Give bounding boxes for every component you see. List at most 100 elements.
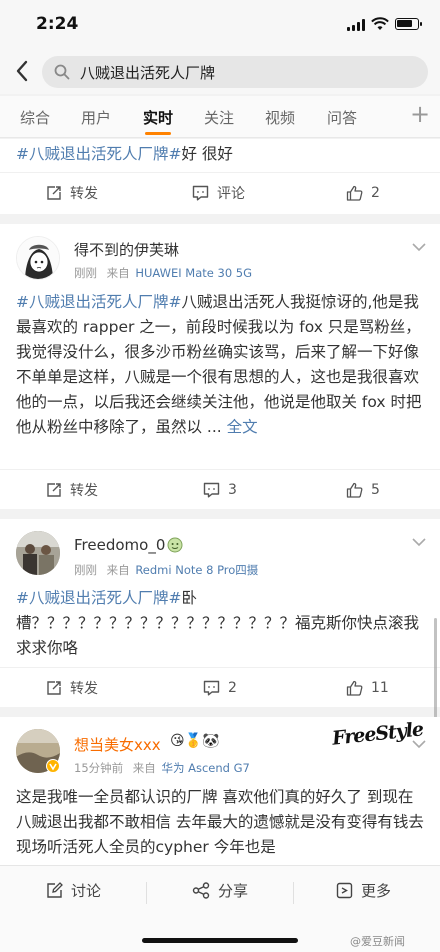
like-button[interactable]: 2: [346, 183, 380, 203]
post-actions: 转发 3 5: [0, 469, 440, 509]
more-label: 更多: [361, 882, 392, 900]
battery-icon: [395, 18, 422, 30]
chevron-down-icon[interactable]: [411, 739, 427, 749]
post-card: #八贼退出活死人厂牌#好 很好 转发 评论 2: [0, 139, 440, 214]
divider: [293, 882, 294, 904]
post-content: 八贼退出活死人我挺惊讶的,他是我最喜欢的 rapper 之一，前段时候我以为 f…: [16, 293, 422, 436]
tab-users[interactable]: 用户: [81, 107, 111, 128]
comment-button[interactable]: 3: [203, 480, 237, 500]
comment-icon: [203, 680, 220, 696]
back-button[interactable]: [10, 58, 34, 84]
repost-button[interactable]: 转发: [46, 183, 98, 203]
post-source[interactable]: HUAWEI Mate 30 5G: [135, 266, 252, 280]
chevron-left-icon: [16, 60, 28, 82]
post-time: 刚刚: [74, 266, 97, 280]
repost-icon: [47, 681, 61, 695]
tab-bar: 综合 用户 实时 关注 视频 问答 +: [0, 96, 440, 138]
username[interactable]: 得不到的伊芙琳: [74, 239, 179, 260]
post-actions: 转发 2 11: [0, 667, 440, 707]
divider: [146, 882, 147, 904]
search-input[interactable]: 八贼退出活死人厂牌: [42, 56, 428, 88]
source-prefix: 来自: [106, 266, 130, 280]
tab-qa[interactable]: 问答: [327, 107, 357, 128]
chevron-down-icon[interactable]: [411, 537, 427, 547]
wifi-icon: [371, 17, 389, 30]
comment-label: 评论: [217, 186, 245, 202]
repost-icon: [47, 483, 61, 497]
avatar[interactable]: [16, 236, 60, 280]
post-meta: 刚刚 来自 Redmi Note 8 Pro四摄: [74, 562, 258, 578]
edit-icon: [47, 882, 63, 898]
share-label: 分享: [218, 882, 249, 900]
post-text: #八贼退出活死人厂牌#八贼退出活死人我挺惊讶的,他是我最喜欢的 rapper 之…: [16, 290, 424, 440]
post-source[interactable]: 华为 Ascend G7: [161, 761, 249, 775]
post-card: 想当美女xxx 😘🥇🐼 15分钟前 来自 华为 Ascend G7 FreeSt…: [0, 717, 440, 865]
like-button[interactable]: 11: [346, 678, 389, 698]
scrollbar[interactable]: [434, 618, 437, 718]
verified-badge-icon: [46, 759, 60, 773]
like-count: 5: [371, 482, 380, 498]
tab-realtime[interactable]: 实时: [143, 107, 173, 128]
post-time: 15分钟前: [74, 761, 124, 775]
thumbs-up-icon: [346, 680, 363, 696]
signal-icon: [347, 19, 367, 31]
comment-button[interactable]: 评论: [192, 183, 245, 203]
group-photo-avatar: [16, 531, 60, 575]
full-text-link[interactable]: 全文: [227, 418, 258, 436]
repost-button[interactable]: 转发: [46, 678, 98, 698]
post-actions: 转发 评论 2: [0, 172, 440, 212]
cartoon-girl-avatar: [17, 237, 59, 279]
repost-label: 转发: [70, 483, 98, 499]
home-indicator[interactable]: [142, 938, 298, 943]
tab-following[interactable]: 关注: [204, 107, 234, 128]
post-hashtag[interactable]: #八贼退出活死人厂牌#: [16, 293, 181, 311]
discuss-button[interactable]: 讨论: [46, 880, 101, 901]
search-icon: [54, 64, 70, 80]
thumbs-up-icon: [346, 185, 363, 201]
post-hashtag[interactable]: #八贼退出活死人厂牌#: [16, 145, 181, 163]
comment-count: 2: [228, 680, 237, 696]
search-header: 八贼退出活死人厂牌: [0, 50, 440, 94]
post-meta: 刚刚 来自 HUAWEI Mate 30 5G: [74, 265, 252, 281]
like-button[interactable]: 5: [346, 480, 380, 500]
source-prefix: 来自: [132, 761, 156, 775]
comment-button[interactable]: 2: [203, 678, 237, 698]
active-tab-indicator: [145, 132, 171, 135]
post-text: #八贼退出活死人厂牌#卧槽？？？？？？？？？？？？？？？？？福克斯你快点滚我求求…: [16, 586, 424, 661]
more-icon: [336, 882, 353, 899]
watermark: @爱豆新闻: [350, 935, 405, 948]
share-button[interactable]: 分享: [192, 880, 248, 901]
discuss-label: 讨论: [71, 882, 102, 900]
status-bar: 2:24: [0, 0, 440, 50]
post-time: 刚刚: [74, 563, 97, 577]
search-query: 八贼退出活死人厂牌: [80, 64, 216, 82]
thumbs-up-icon: [346, 482, 363, 498]
username[interactable]: Freedomo_0: [74, 536, 165, 554]
user-badges: 😘🥇🐼: [170, 733, 220, 749]
tab-comprehensive[interactable]: 综合: [20, 107, 50, 128]
tab-video[interactable]: 视频: [265, 107, 295, 128]
username[interactable]: 想当美女xxx: [74, 734, 161, 755]
post-source[interactable]: Redmi Note 8 Pro四摄: [135, 563, 258, 577]
status-time: 2:24: [36, 14, 79, 34]
repost-label: 转发: [70, 186, 98, 202]
comment-count: 3: [228, 482, 237, 498]
vip-face-badge-icon: [167, 537, 183, 553]
chevron-down-icon[interactable]: [411, 242, 427, 252]
post-card: 得不到的伊芙琳 刚刚 来自 HUAWEI Mate 30 5G #八贼退出活死人…: [0, 224, 440, 509]
post-text: 这是我唯一全员都认识的厂牌 喜欢他们真的好久了 到现在八贼退出我都不敢相信 去年…: [16, 788, 424, 856]
like-count: 2: [371, 185, 380, 201]
add-tab-button[interactable]: +: [410, 102, 430, 126]
post-hashtag[interactable]: #八贼退出活死人厂牌#: [16, 589, 181, 607]
repost-icon: [47, 186, 61, 200]
repost-label: 转发: [70, 681, 98, 697]
comment-icon: [203, 482, 220, 498]
repost-button[interactable]: 转发: [46, 480, 98, 500]
more-button[interactable]: 更多: [336, 880, 391, 901]
avatar[interactable]: [16, 531, 60, 575]
source-prefix: 来自: [106, 563, 130, 577]
post-text: #八贼退出活死人厂牌#好 很好: [16, 142, 424, 167]
like-count: 11: [371, 680, 389, 696]
post-meta: 15分钟前 来自 华为 Ascend G7: [74, 760, 250, 776]
share-icon: [192, 882, 210, 899]
